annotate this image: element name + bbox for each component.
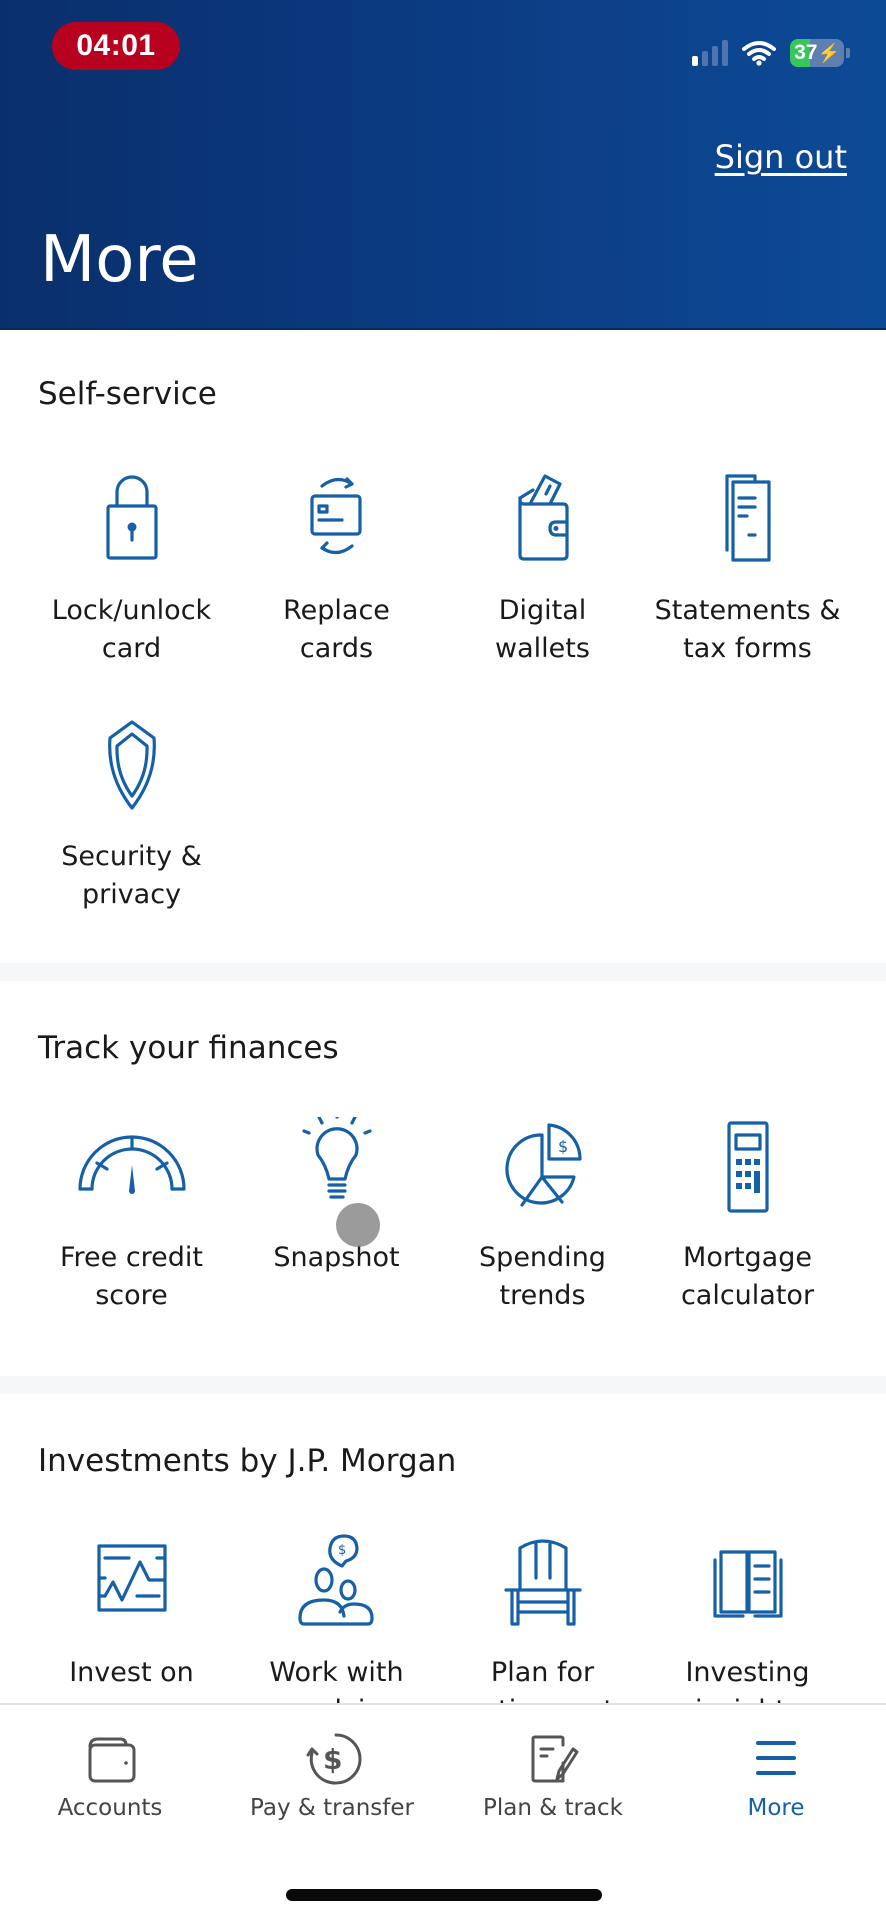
section-divider — [0, 1376, 886, 1394]
tile-label: Mortgage calculator — [680, 1242, 815, 1311]
status-time: 04:01 — [52, 22, 180, 70]
tile-label: Lock/unlock card — [51, 595, 212, 664]
book-icon — [693, 1532, 803, 1632]
section-title: Self-service — [38, 376, 217, 412]
page-title: More — [40, 223, 199, 297]
section-track-finances: Track your finances Free credit score Sn… — [0, 981, 886, 1376]
tab-plan-track[interactable]: Plan & track — [453, 1731, 653, 1821]
dollar-transfer-icon: $ — [302, 1731, 362, 1787]
tile-label: Work withan advisor — [266, 1657, 407, 1703]
advisor-icon: $ — [282, 1532, 392, 1632]
tab-label: Plan & track — [482, 1795, 624, 1821]
tile-free-credit-score[interactable]: Free credit score — [29, 1117, 234, 1315]
tile-spending-trends[interactable]: $ Spending trends — [440, 1117, 645, 1315]
battery-cap — [846, 48, 850, 58]
tile-label: Plan forretirement — [471, 1657, 614, 1703]
svg-text:$: $ — [558, 1137, 568, 1156]
svg-text:$: $ — [323, 1743, 342, 1776]
tab-accounts[interactable]: Accounts — [10, 1731, 210, 1821]
calculator-icon — [693, 1117, 803, 1217]
shield-icon — [77, 716, 187, 816]
tile-label: Digital wallets — [495, 595, 590, 664]
tile-label: Snapshot — [273, 1242, 400, 1273]
wallet-icon — [488, 470, 598, 570]
menu-icon — [746, 1731, 806, 1787]
tile-statements-tax-forms[interactable]: Statements & tax forms — [645, 470, 850, 668]
header: 04:01 37 ⚡ Sign out More — [0, 0, 886, 330]
tab-label: Accounts — [57, 1795, 163, 1821]
status-icons: 37 ⚡ — [692, 38, 850, 68]
documents-icon — [693, 470, 803, 570]
tile-security-privacy[interactable]: Security & privacy — [29, 716, 234, 914]
home-indicator[interactable] — [286, 1889, 602, 1901]
tile-label: Free credit score — [59, 1242, 204, 1311]
touch-indicator — [336, 1203, 380, 1247]
section-investments: Investments by J.P. Morgan Invest onyour… — [0, 1394, 886, 1703]
tile-digital-wallets[interactable]: Digital wallets — [440, 470, 645, 668]
battery-charging-icon: 37 ⚡ — [790, 39, 844, 67]
tile-lock-unlock-card[interactable]: Lock/unlock card — [29, 470, 234, 668]
tile-label: Invest onyour own — [69, 1657, 194, 1703]
tile-label: Investinginsights — [685, 1657, 810, 1703]
stock-chart-icon — [77, 1532, 187, 1632]
wifi-icon — [742, 41, 776, 66]
tab-more[interactable]: More — [676, 1731, 876, 1821]
tab-label: More — [747, 1795, 805, 1821]
section-title: Track your finances — [38, 1030, 339, 1066]
lock-icon — [77, 470, 187, 570]
tile-snapshot[interactable]: Snapshot — [234, 1107, 439, 1277]
section-self-service: Self-service Lock/unlock card Replace card… — [0, 332, 886, 963]
lightbulb-icon — [282, 1107, 392, 1217]
chair-icon — [488, 1532, 598, 1632]
tile-label: Replace cards — [283, 595, 390, 664]
cellular-signal-icon — [692, 40, 728, 66]
wallet-icon — [80, 1731, 140, 1787]
tile-replace-cards[interactable]: Replace cards — [234, 470, 439, 668]
tab-pay-transfer[interactable]: $ Pay & transfer — [232, 1731, 432, 1821]
notepad-pencil-icon — [523, 1731, 583, 1787]
section-title: Investments by J.P. Morgan — [38, 1443, 457, 1479]
tile-label: Spending trends — [479, 1242, 606, 1311]
tab-label: Pay & transfer — [250, 1795, 414, 1821]
tile-investing-insights[interactable]: Investinginsights — [645, 1532, 850, 1703]
gauge-icon — [77, 1117, 187, 1217]
tile-plan-for-retirement[interactable]: Plan forretirement — [440, 1532, 645, 1703]
pie-chart-icon: $ — [488, 1117, 598, 1217]
battery-level: 37 — [794, 41, 818, 64]
bottom-tab-bar: Accounts $ Pay & transfer Plan & track M… — [0, 1703, 886, 1920]
tile-invest-on-your-own[interactable]: Invest onyour own — [29, 1532, 234, 1703]
sign-out-link[interactable]: Sign out — [715, 138, 847, 176]
svg-text:$: $ — [338, 1543, 346, 1558]
tile-mortgage-calculator[interactable]: Mortgage calculator — [645, 1117, 850, 1315]
tile-label: Statements & tax forms — [654, 595, 841, 664]
tile-label: Security & privacy — [61, 841, 202, 910]
tile-work-with-advisor[interactable]: $ Work withan advisor — [234, 1532, 439, 1703]
replace-card-icon — [282, 470, 392, 570]
section-divider — [0, 963, 886, 981]
